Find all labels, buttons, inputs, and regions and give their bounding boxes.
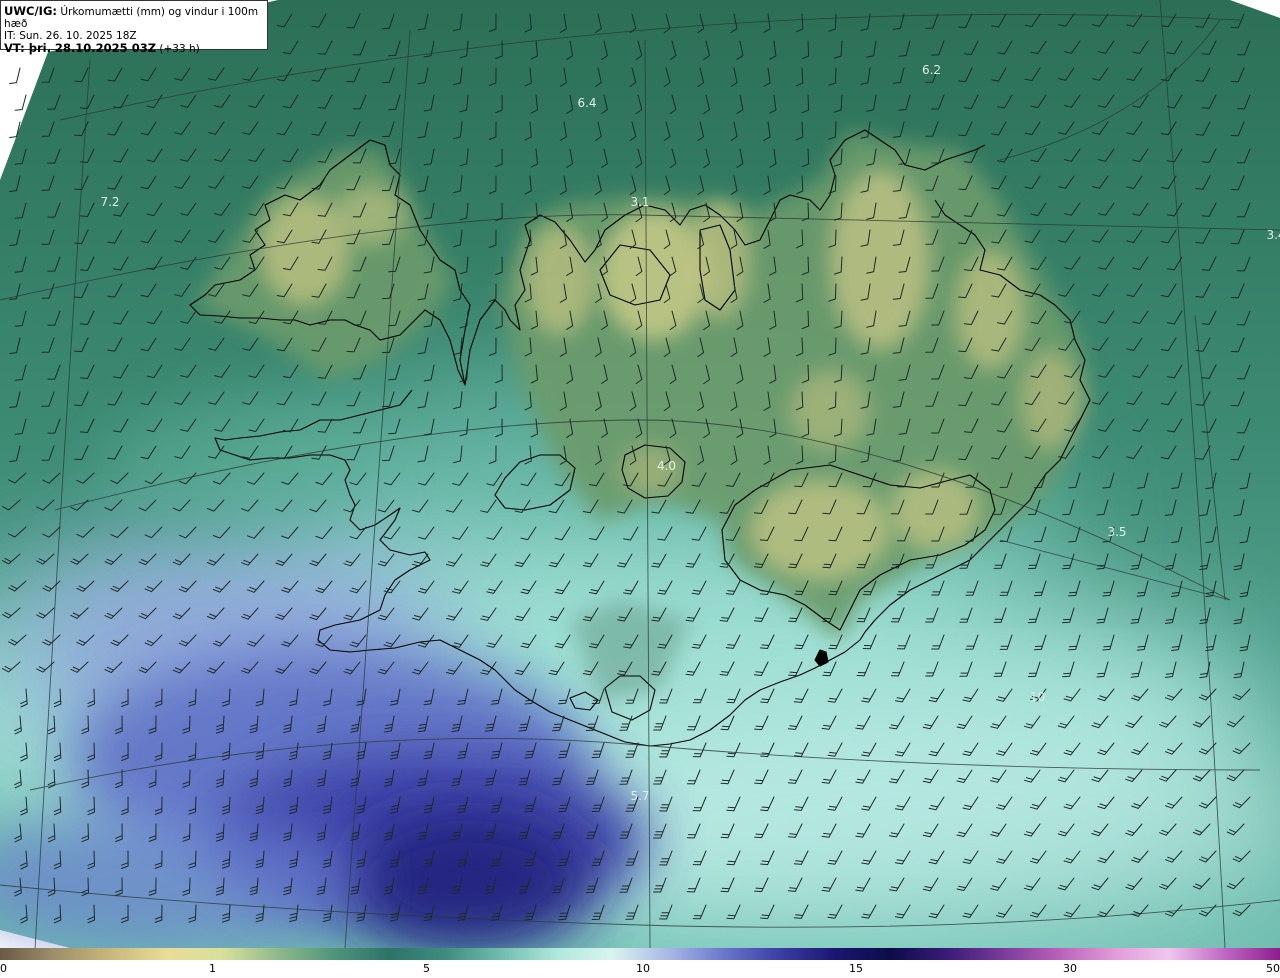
precipitation-wind-map: 3.27.26.46.23.13.43.27.45.34.03.53.7105.…: [0, 0, 1280, 948]
colorbar-tick-label: 5: [423, 962, 430, 975]
title-line: UWC/IG: Úrkomumætti (mm) og vindur i 100…: [4, 5, 264, 30]
value-label: 6.2: [922, 63, 941, 77]
lead-time: (+33 h): [159, 43, 200, 55]
value-label: 5.7: [630, 789, 649, 803]
colorbar-tick-label: 10: [636, 962, 650, 975]
colorbar-fill: [0, 948, 1280, 960]
colorbar-tick-label: 15: [849, 962, 863, 975]
colorbar-tick-label: 50: [1266, 962, 1280, 975]
value-label: 3.5: [1107, 525, 1126, 539]
colorbar-tick-label: 30: [1063, 962, 1077, 975]
value-label: 6.4: [577, 96, 596, 110]
map-title-box: UWC/IG: Úrkomumætti (mm) og vindur i 100…: [0, 0, 268, 55]
colorbar-tick-label: 0: [0, 962, 7, 975]
precipitation-colorbar: 0 1 5 10 15 30 50: [0, 948, 1280, 978]
value-label: 7.2: [100, 195, 119, 209]
colorbar-gradient: [0, 948, 1280, 960]
colorbar-tick-label: 1: [209, 962, 216, 975]
value-label: 10: [1030, 690, 1045, 704]
value-label: 3.1: [630, 195, 649, 209]
value-label: 3.4: [1266, 228, 1280, 242]
model-label: UWC/IG:: [4, 4, 57, 18]
valid-time-line: VT: þri. 28.10.2025 03Z (+33 h): [4, 42, 264, 55]
valid-time: VT: þri. 28.10.2025 03Z: [4, 41, 157, 55]
value-label: 4.0: [657, 459, 676, 473]
